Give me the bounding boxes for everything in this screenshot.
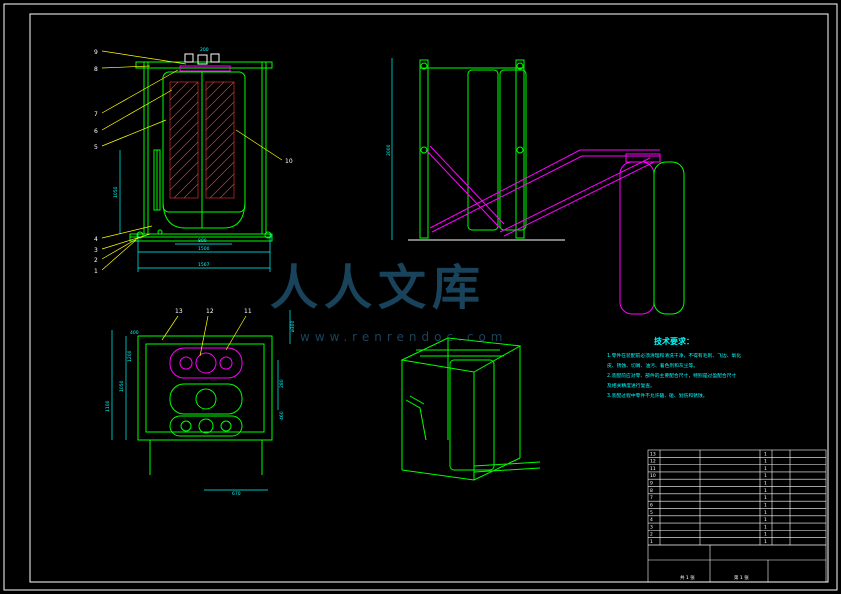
notes-line-5: 3.装配过程中零件不允许磕、碰、划伤和锈蚀。 [607,392,708,399]
part-label-5: 5 [94,144,98,151]
watermark-url: www.renrendoc.com [300,330,508,344]
part-label-12: 12 [206,308,214,315]
dim-top-outer: 1200 [127,350,133,362]
part-label-9: 9 [94,49,98,56]
part-label-13: 13 [175,308,183,315]
part-label-2: 2 [94,257,98,264]
top-view [111,310,291,491]
title-block-cell: 8 [650,488,653,494]
title-block-cell: 1 [764,459,767,465]
part-label-6: 6 [94,128,98,135]
dim-front-inner: 800 [198,238,207,244]
part-label-1: 1 [94,268,98,275]
dim-top-670: 670 [232,491,241,497]
dim-top-460: 460 [279,411,285,420]
part-label-4: 4 [94,236,98,243]
title-block-text: 13 112 111 110 19 18 17 16 15 14 13 12 11 1 [650,451,767,545]
title-block-cell: 1 [764,539,767,545]
title-block-cell: 1 [764,481,767,487]
part-label-7: 7 [94,111,98,118]
title-block-cell: 7 [650,495,653,501]
part-label-8: 8 [94,66,98,73]
title-block-cell: 1 [764,451,767,457]
title-block-cell: 5 [650,510,653,516]
title-block-cell: 3 [650,524,653,530]
title-block-cell: 10 [650,473,656,479]
notes-line-1: 1.零件在装配前必须清理和清洗干净，不得有毛刺、飞边、氧化 [607,352,741,359]
notes-line-4: 及相关精度进行复查。 [607,382,655,389]
title-block-cell: 1 [764,517,767,523]
title-block-cell: 1 [764,532,767,538]
dim-side-height: 2000 [386,144,392,156]
front-view [101,50,283,272]
notes-line-3: 2.装配前应对零、部件的主要配合尺寸，特别是过盈配合尺寸 [607,372,737,379]
dim-front-mid: 1500 [198,246,210,252]
watermark-logo: 人人文库 [270,260,487,316]
title-block-cell: 1 [764,510,767,516]
part-label-3: 3 [94,247,98,254]
sheet-count: 共 1 张 [680,574,695,581]
dim-front-height: 1050 [113,186,119,198]
dim-front-top: 200 [200,47,209,53]
title-block-cell: 1 [764,502,767,508]
title-block-cell: 1 [764,466,767,472]
dim-front-overall: 1567 [198,262,210,268]
title-block-cell: 1 [764,473,767,479]
dim-top-inner: 1050 [119,380,125,392]
title-block-cell: 1 [764,488,767,494]
isometric-view [400,337,541,481]
title-block-cell: 13 [650,451,656,457]
part-label-11: 11 [244,308,252,315]
title-block-cell: 1 [650,539,653,545]
title-block-cell: 11 [650,466,656,472]
title-block-cell: 9 [650,481,653,487]
notes-title: 技术要求： [654,336,694,346]
title-block-cell: 12 [650,459,656,465]
title-block-cell: 1 [764,524,767,530]
dim-top-depth: 1100 [105,400,111,412]
technical-notes: 技术要求： 1.零件在装配前必须清理和清洗干净，不得有毛刺、飞边、氧化 皮、锈蚀… [607,336,741,399]
title-block-cell: 1 [764,495,767,501]
dim-top-pipe: ø300 [290,321,296,332]
notes-line-2: 皮、锈蚀、切屑、油污、着色剂和灰尘等。 [607,362,698,369]
dim-top-400: 400 [130,330,139,336]
title-block-cell: 4 [650,517,653,523]
title-block-cell: 2 [650,532,653,538]
sheet-number: 第 1 张 [734,574,749,581]
title-block-cell: 6 [650,502,653,508]
title-block [647,449,827,583]
dim-top-280: 280 [279,379,285,388]
part-label-10: 10 [285,158,293,165]
